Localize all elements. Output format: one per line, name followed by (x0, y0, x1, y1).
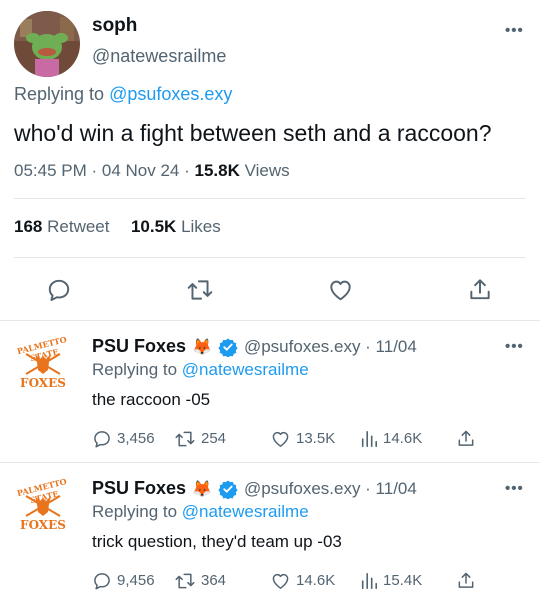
retweet-icon (175, 431, 195, 446)
views-icon (361, 430, 378, 447)
reply-icon (48, 279, 70, 301)
logo-bottom-text: FOXES (20, 376, 66, 390)
verified-icon (218, 480, 238, 499)
reply-button[interactable]: 3,456 (92, 429, 174, 449)
retweets-label: Retweet (47, 217, 110, 236)
replying-prefix: Replying to (92, 502, 178, 521)
views-button[interactable]: 14.6K (360, 429, 456, 449)
like-button[interactable]: 14.6K (270, 571, 360, 591)
reply-handle-date[interactable]: @psufoxes.exy · 11/04 (244, 337, 417, 357)
retweet-icon (187, 280, 213, 300)
fox-emoji: 🦊 (192, 480, 212, 498)
replying-prefix: Replying to (92, 360, 178, 379)
verified-icon (218, 338, 238, 357)
reply-icon (94, 572, 110, 589)
retweet-button[interactable]: 364 (174, 571, 270, 591)
likes-count: 10.5K (130, 217, 177, 236)
fox-emoji: 🦊 (192, 338, 212, 356)
reply-button[interactable] (46, 277, 72, 303)
share-button[interactable] (456, 428, 476, 449)
like-icon (330, 280, 351, 301)
likes-label: Likes (181, 217, 221, 236)
divider (0, 462, 540, 463)
like-button[interactable] (327, 277, 354, 303)
tweet-time[interactable]: 05:45 PM (14, 161, 87, 180)
reply-icon (94, 430, 110, 447)
share-icon (458, 572, 474, 588)
likes-stat[interactable]: 10.5K Likes (131, 217, 221, 236)
reply-avatar[interactable]: PALMETTO STATE FOXES (12, 476, 74, 538)
reply-display-name[interactable]: PSU Foxes (92, 478, 186, 499)
display-name[interactable]: soph (92, 15, 137, 37)
reply-actions: 3,456 254 13.5K 14.6K (92, 428, 476, 449)
replying-to-link[interactable]: @psufoxes.exy (109, 84, 232, 104)
tweet-date[interactable]: 04 Nov 24 (102, 161, 180, 180)
retweet-button[interactable] (186, 277, 214, 303)
more-icon[interactable]: ••• (505, 480, 524, 497)
replying-to-link[interactable]: @natewesrailme (182, 502, 309, 521)
reply-count: 9,456 (117, 572, 155, 589)
replying-to: Replying to @natewesrailme (92, 502, 309, 522)
replying-to: Replying to @psufoxes.exy (14, 84, 232, 105)
reply-display-name[interactable]: PSU Foxes (92, 336, 186, 357)
share-icon (470, 279, 490, 300)
divider (0, 320, 540, 321)
views-count: 15.8K (194, 161, 240, 180)
views-count: 14.6K (383, 430, 423, 447)
reply-handle-date[interactable]: @psufoxes.exy · 11/04 (244, 479, 417, 499)
reply-text: trick question, they'd team up -03 (92, 532, 342, 551)
avatar[interactable] (14, 11, 80, 77)
reply-header: PSU Foxes 🦊 @psufoxes.exy · 11/04 (92, 336, 417, 357)
like-icon (272, 573, 289, 589)
tweet-meta: 05:45 PM · 04 Nov 24 · 15.8K Views (14, 161, 290, 180)
like-button[interactable]: 13.5K (270, 429, 360, 449)
share-button[interactable] (456, 570, 476, 591)
tweet-stats: 168 Retweet 10.5K Likes (14, 217, 221, 237)
share-button[interactable] (467, 276, 493, 303)
retweet-count: 254 (201, 430, 227, 447)
reply-header: PSU Foxes 🦊 @psufoxes.exy · 11/04 (92, 478, 417, 499)
logo-bottom-text: FOXES (20, 518, 66, 532)
more-icon[interactable]: ••• (505, 22, 524, 39)
replying-to: Replying to @natewesrailme (92, 360, 309, 380)
divider (14, 198, 526, 199)
retweet-count: 364 (201, 572, 227, 589)
replying-to-link[interactable]: @natewesrailme (182, 360, 309, 379)
replying-prefix: Replying to (14, 84, 105, 104)
like-count: 14.6K (296, 572, 336, 589)
user-handle[interactable]: @natewesrailme (92, 46, 226, 67)
views-icon (361, 572, 378, 589)
reply-count: 3,456 (117, 430, 155, 447)
views-button[interactable]: 15.4K (360, 571, 456, 591)
divider (14, 257, 526, 258)
views-count: 15.4K (383, 572, 423, 589)
reply-actions: 9,456 364 14.6K 15.4K (92, 570, 476, 591)
retweets-count: 168 (14, 217, 43, 236)
reply-text: the raccoon -05 (92, 390, 211, 409)
more-icon[interactable]: ••• (505, 338, 524, 355)
reply-avatar[interactable]: PALMETTO STATE FOXES (12, 334, 74, 396)
views-label: Views (244, 161, 290, 180)
reply-button[interactable]: 9,456 (92, 571, 174, 591)
retweets-stat[interactable]: 168 Retweet (14, 217, 109, 236)
like-icon (272, 431, 289, 447)
like-count: 13.5K (296, 430, 336, 447)
retweet-button[interactable]: 254 (174, 429, 270, 449)
tweet-text: who'd win a fight between seth and a rac… (14, 120, 492, 146)
share-icon (458, 430, 474, 446)
retweet-icon (175, 573, 195, 588)
